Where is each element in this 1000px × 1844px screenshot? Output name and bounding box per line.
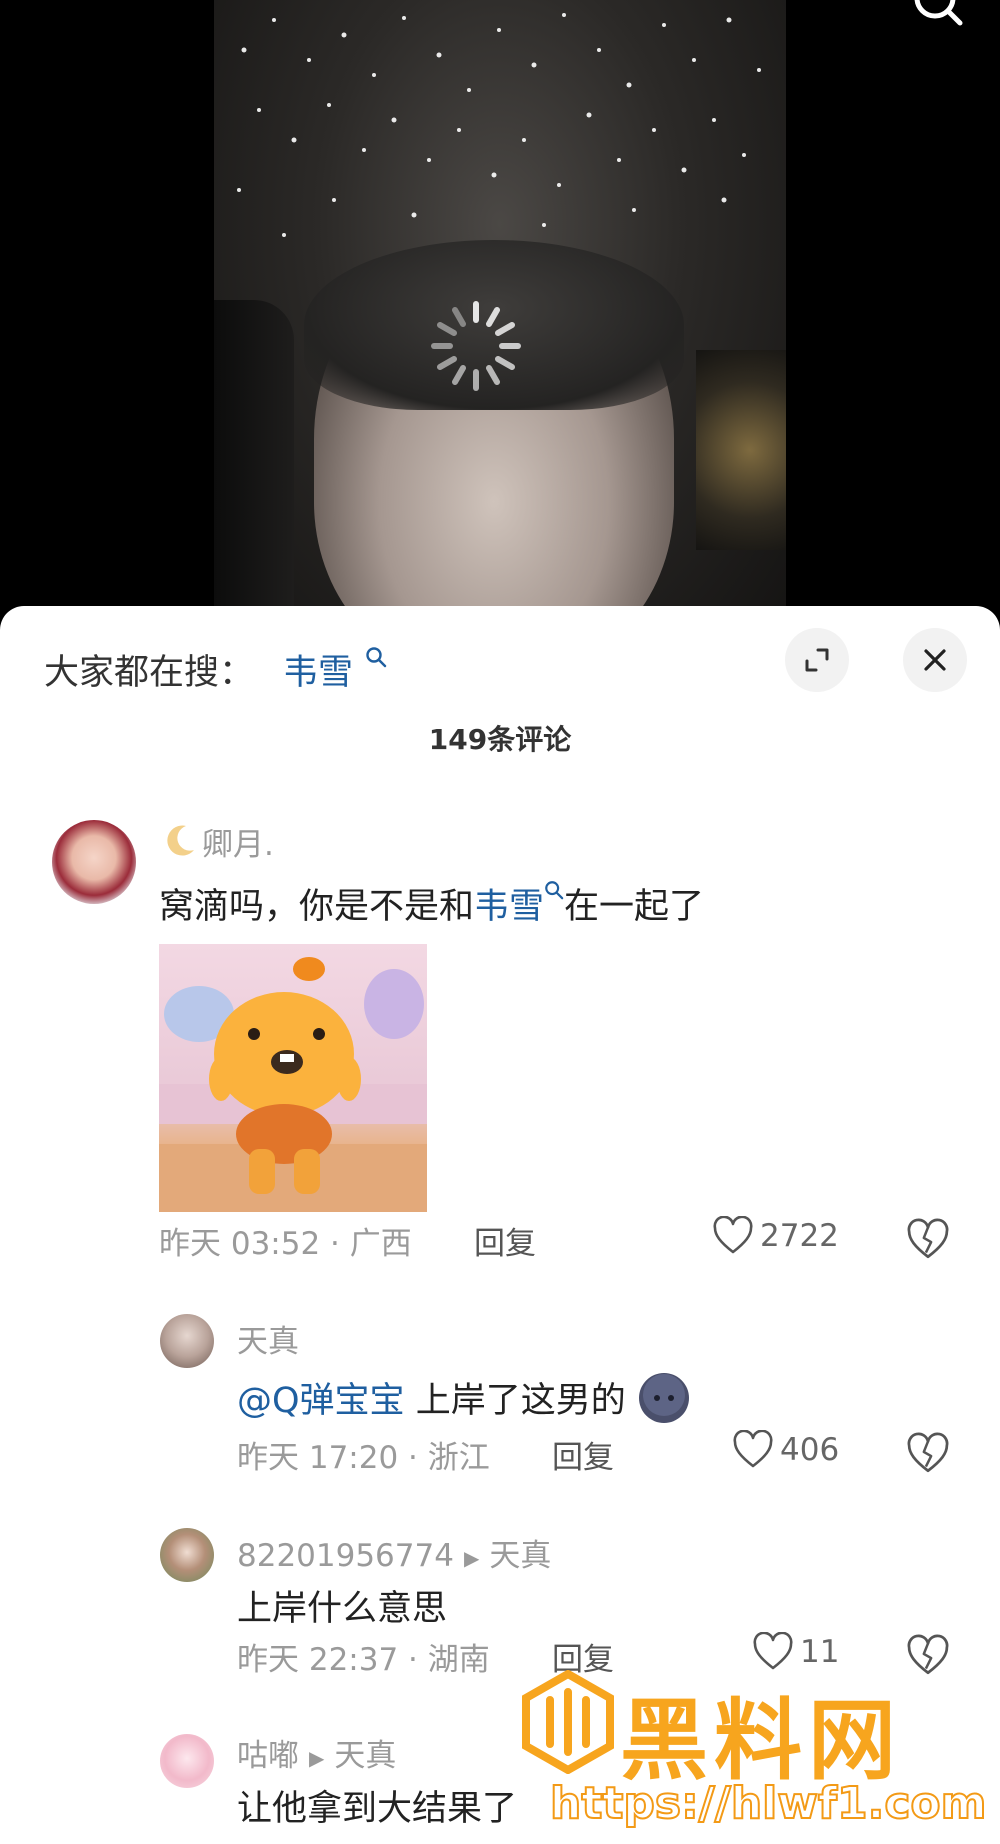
broken-heart-icon[interactable]	[906, 1432, 950, 1476]
watermark-logo-icon	[522, 1670, 614, 1774]
heart-icon	[713, 1216, 753, 1254]
reply-author[interactable]: 天真	[237, 1316, 299, 1361]
reply-text: 上岸什么意思	[237, 1589, 448, 1629]
like-button[interactable]: 11	[752, 1632, 839, 1672]
search-icon	[366, 647, 387, 668]
comment-count: 149条评论	[428, 723, 572, 756]
emoji-icon	[638, 1373, 689, 1423]
close-button[interactable]	[903, 628, 967, 692]
reply-text-part: 上岸了这男的	[404, 1381, 626, 1421]
reply-button[interactable]: 回复	[474, 1218, 536, 1263]
watermark-url: https://hlwf1.com	[549, 1777, 987, 1830]
heart-icon	[733, 1430, 773, 1468]
comment-text-part: 窝滴吗，你是不是和	[159, 887, 475, 927]
reply-arrow-icon: ▶	[463, 1545, 480, 1570]
like-count: 2722	[760, 1218, 839, 1254]
close-icon	[924, 649, 946, 671]
comment-author[interactable]: 卿月.	[202, 819, 274, 864]
expand-button[interactable]	[785, 628, 849, 692]
car-seat	[214, 300, 294, 640]
reply-to-author[interactable]: 天真	[334, 1738, 396, 1774]
comment-link[interactable]: 韦雪	[474, 887, 544, 927]
video-player[interactable]	[0, 0, 1000, 640]
reply-author-line: 咕嘟 ▶ 天真	[237, 1730, 396, 1775]
avatar[interactable]	[160, 1314, 214, 1368]
avatar[interactable]	[160, 1734, 214, 1788]
trending-search-label: 大家都在搜：	[44, 653, 255, 693]
reply-author[interactable]: 82201956774	[237, 1538, 454, 1574]
reply-author-line: 82201956774 ▶ 天真	[237, 1530, 551, 1575]
reply-to-author[interactable]: 天真	[489, 1538, 551, 1574]
trending-search-term[interactable]: 韦雪	[283, 644, 353, 695]
comment-text: 窝滴吗，你是不是和韦雪 在一起了	[159, 878, 704, 929]
reply-meta: 昨天 17:20 · 浙江	[237, 1440, 490, 1476]
reply-author[interactable]: 咕嘟	[237, 1738, 299, 1774]
car-window	[696, 350, 786, 550]
heart-icon	[753, 1632, 793, 1670]
mention-link[interactable]: @Q弹宝宝	[237, 1381, 405, 1421]
broken-heart-icon[interactable]	[906, 1218, 950, 1262]
reply-meta: 昨天 22:37 · 湖南	[237, 1642, 490, 1678]
like-button[interactable]: 406	[732, 1430, 839, 1470]
comment-text-part: 在一起了	[564, 887, 705, 927]
like-count: 11	[800, 1634, 840, 1670]
like-count: 406	[780, 1432, 840, 1468]
cartoon-character-image	[159, 957, 427, 1212]
like-button[interactable]: 2722	[712, 1216, 839, 1256]
watermark: 黑料网 https://hlwf1.com	[520, 1670, 990, 1844]
moon-icon	[167, 825, 194, 856]
avatar[interactable]	[160, 1528, 214, 1582]
reply-button[interactable]: 回复	[552, 1432, 614, 1477]
expand-icon	[805, 648, 829, 672]
comment-sheet: 大家都在搜： 韦雪 149条评论 卿月. 窝滴吗，你是不是和韦雪 在一起了 昨天…	[0, 606, 1000, 1844]
loading-spinner-icon	[431, 301, 521, 391]
reply-arrow-icon: ▶	[309, 1745, 325, 1770]
starlight-ceiling	[237, 13, 761, 237]
reply-text: @Q弹宝宝 上岸了这男的	[237, 1372, 691, 1425]
reply-text: 让他拿到大结果了	[237, 1789, 518, 1829]
avatar[interactable]	[52, 820, 136, 904]
search-icon	[545, 881, 564, 900]
comment-meta: 昨天 03:52 · 广西	[159, 1226, 412, 1262]
search-icon[interactable]	[905, 0, 965, 30]
comment-image-sticker[interactable]	[159, 944, 427, 1212]
